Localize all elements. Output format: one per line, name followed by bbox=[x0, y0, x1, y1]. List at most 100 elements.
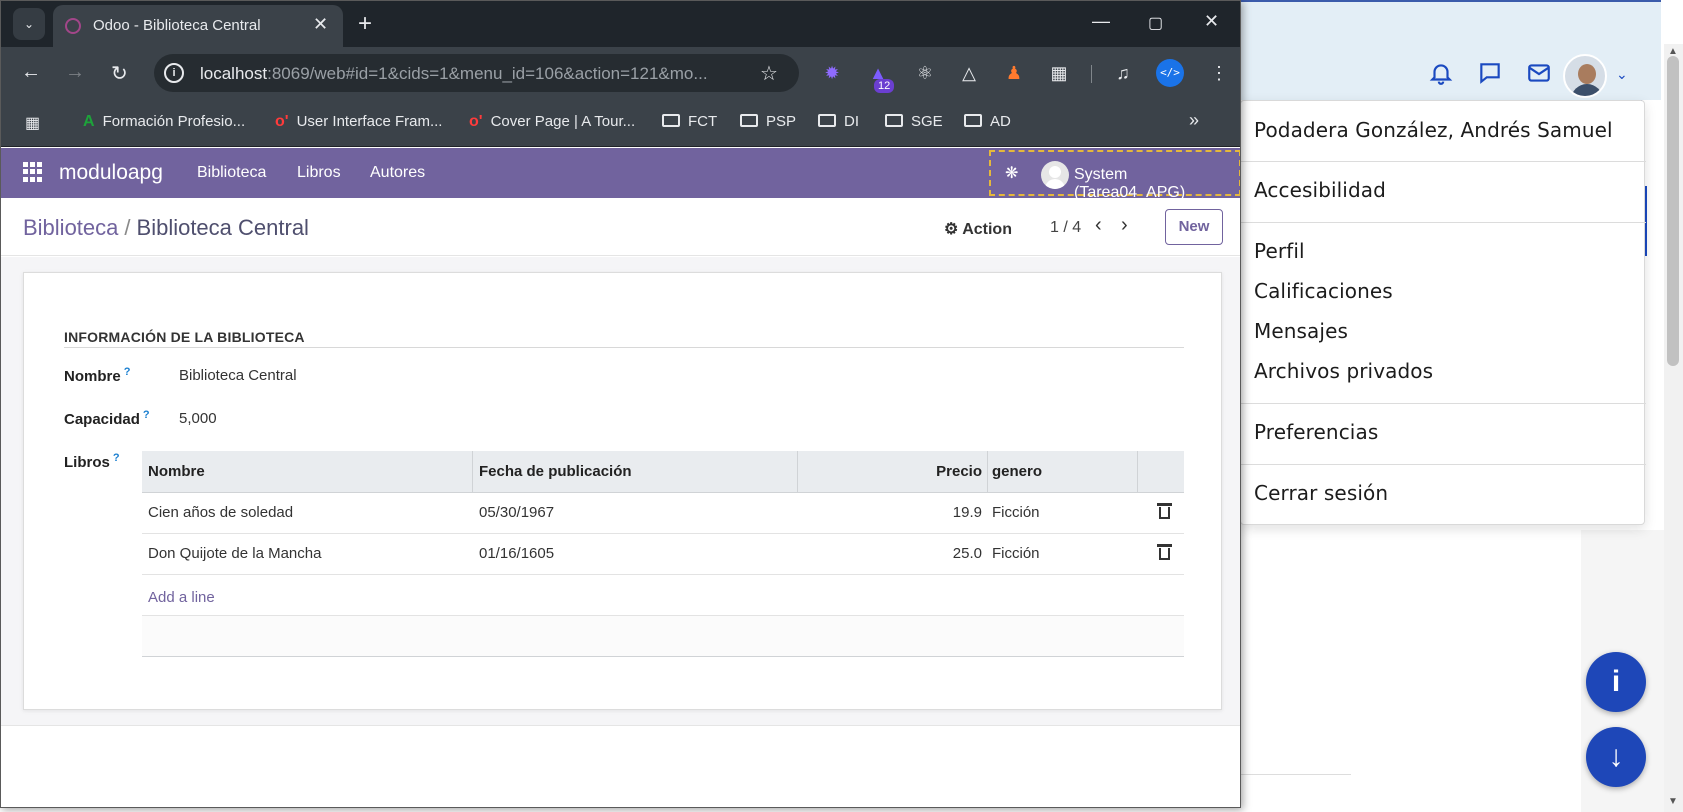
menu-item-mensajes[interactable]: Mensajes bbox=[1254, 319, 1348, 343]
bookmark-formacion[interactable]: A Formación Profesio... bbox=[83, 113, 245, 131]
mail-icon[interactable] bbox=[1526, 60, 1552, 86]
folder-icon bbox=[662, 114, 680, 127]
capacidad-field[interactable]: 5,000 bbox=[179, 410, 217, 427]
menu-item-perfil[interactable]: Perfil bbox=[1254, 239, 1305, 263]
angular-devtools-icon[interactable]: △ bbox=[956, 60, 982, 86]
browser-window: ⌄ Odoo - Biblioteca Central ✕ + — ▢ ✕ ← … bbox=[0, 0, 1241, 808]
address-bar[interactable]: i localhost:8069/web#id=1&cids=1&menu_id… bbox=[154, 54, 799, 92]
pager-previous-icon[interactable]: ‹ bbox=[1095, 214, 1102, 237]
scrollbar-thumb[interactable] bbox=[1667, 56, 1679, 366]
title-bar: ⌄ Odoo - Biblioteca Central ✕ + — ▢ ✕ bbox=[1, 1, 1240, 47]
dev-extension-icon[interactable]: </> bbox=[1156, 59, 1184, 87]
arrow-down-icon[interactable]: ↓ bbox=[1586, 727, 1646, 787]
cell-fecha: 05/30/1967 bbox=[479, 504, 555, 521]
nombre-field[interactable]: Biblioteca Central bbox=[179, 367, 297, 384]
bookmark-folder-fct[interactable]: FCT bbox=[662, 113, 717, 130]
help-tooltip-icon[interactable]: ? bbox=[143, 409, 150, 421]
apps-grid-icon[interactable]: ▦ bbox=[25, 113, 48, 133]
user-avatar[interactable] bbox=[1563, 54, 1607, 98]
app-brand[interactable]: moduloapg bbox=[59, 161, 163, 185]
odoo-favicon-icon bbox=[65, 18, 81, 34]
browser-toolbar: ← → ↻ i localhost:8069/web#id=1&cids=1&m… bbox=[1, 47, 1240, 99]
forward-icon[interactable]: → bbox=[65, 61, 85, 84]
pager-next-icon[interactable]: › bbox=[1121, 214, 1128, 237]
active-tab[interactable]: Odoo - Biblioteca Central ✕ bbox=[53, 5, 343, 47]
new-tab-icon[interactable]: + bbox=[358, 10, 372, 38]
bookmark-folder-psp[interactable]: PSP bbox=[740, 113, 796, 130]
site-info-icon[interactable]: i bbox=[164, 63, 184, 83]
back-icon[interactable]: ← bbox=[21, 61, 41, 84]
info-icon[interactable]: i bbox=[1586, 652, 1646, 712]
more-bookmarks-icon[interactable]: » bbox=[1189, 110, 1199, 131]
help-tooltip-icon[interactable]: ? bbox=[124, 366, 131, 378]
media-control-icon[interactable]: ♫ bbox=[1110, 60, 1136, 86]
control-panel: Biblioteca / Biblioteca Central ⚙ Action 1… bbox=[1, 198, 1240, 256]
menu-item-accesibilidad[interactable]: Accesibilidad bbox=[1254, 178, 1386, 202]
bookmark-folder-di[interactable]: DI bbox=[818, 113, 859, 130]
cell-genero: Ficción bbox=[992, 545, 1040, 562]
close-tab-icon[interactable]: ✕ bbox=[313, 14, 328, 35]
column-header-precio[interactable]: Precio bbox=[932, 463, 982, 480]
column-divider bbox=[472, 451, 473, 493]
extensions-puzzle-icon[interactable]: ▦ bbox=[1046, 60, 1072, 86]
system-user-menu[interactable]: ❋ System (Tarea04_APG) bbox=[989, 150, 1240, 201]
bookmark-star-icon[interactable]: ☆ bbox=[760, 61, 778, 86]
close-window-icon[interactable]: ✕ bbox=[1204, 11, 1219, 32]
table-row[interactable]: Cien años de soledad 05/30/1967 19.9 Fic… bbox=[142, 493, 1184, 534]
menu-item-archivos-privados[interactable]: Archivos privados bbox=[1254, 359, 1433, 383]
action-button[interactable]: ⚙ Action bbox=[944, 219, 1012, 239]
table-row[interactable]: Don Quijote de la Mancha 01/16/1605 25.0… bbox=[142, 534, 1184, 575]
react-devtools-icon[interactable]: ⚛ bbox=[912, 60, 938, 86]
add-line-link[interactable]: Add a line bbox=[148, 589, 215, 606]
pager-value[interactable]: 1 / 4 bbox=[1050, 219, 1081, 237]
user-full-name: Podadera González, Andrés Samuel bbox=[1254, 118, 1613, 142]
chevron-down-icon[interactable]: ⌄ bbox=[1616, 66, 1628, 83]
tab-search-button[interactable]: ⌄ bbox=[13, 8, 45, 40]
url-text[interactable]: localhost:8069/web#id=1&cids=1&menu_id=1… bbox=[200, 64, 708, 84]
new-record-button[interactable]: New bbox=[1165, 209, 1223, 245]
system-user-name: System (Tarea04_APG) bbox=[1074, 166, 1186, 201]
trash-icon[interactable] bbox=[1157, 544, 1172, 560]
bookmark-folder-ad[interactable]: AD bbox=[964, 113, 1011, 130]
gear-icon: ⚙ bbox=[944, 221, 963, 238]
bookmark-user-interface[interactable]: o' User Interface Fram... bbox=[275, 113, 442, 131]
bookmark-a-icon: A bbox=[83, 113, 95, 130]
browser-menu-icon[interactable]: ⋮ bbox=[1206, 60, 1232, 86]
breadcrumb-parent[interactable]: Biblioteca bbox=[23, 215, 118, 240]
minimize-icon[interactable]: — bbox=[1092, 11, 1110, 32]
cell-nombre: Cien años de soledad bbox=[148, 504, 294, 521]
menu-autores[interactable]: Autores bbox=[370, 164, 425, 182]
bookmark-o-icon: o' bbox=[275, 113, 289, 130]
table-footer bbox=[142, 615, 1184, 657]
background-divider bbox=[1241, 774, 1351, 775]
column-header-nombre[interactable]: Nombre bbox=[148, 463, 205, 480]
debug-bug-icon[interactable]: ❋ bbox=[1005, 163, 1018, 183]
menu-biblioteca[interactable]: Biblioteca bbox=[197, 164, 266, 182]
bookmark-cover-page[interactable]: o' Cover Page | A Tour... bbox=[469, 113, 635, 131]
menu-item-calificaciones[interactable]: Calificaciones bbox=[1254, 279, 1393, 303]
extension-gear-icon[interactable]: ✹ bbox=[819, 60, 845, 86]
libros-label: Libros? bbox=[64, 452, 120, 471]
help-tooltip-icon[interactable]: ? bbox=[113, 452, 120, 464]
cell-precio: 19.9 bbox=[952, 504, 982, 521]
chat-icon[interactable] bbox=[1477, 60, 1503, 86]
bookmark-o-icon: o' bbox=[469, 113, 483, 130]
reload-icon[interactable]: ↻ bbox=[111, 61, 128, 86]
page-scrollbar[interactable]: ▲ ▼ bbox=[1664, 44, 1683, 812]
column-header-genero[interactable]: genero bbox=[992, 463, 1042, 480]
menu-item-preferencias[interactable]: Preferencias bbox=[1254, 420, 1378, 444]
column-divider bbox=[797, 451, 798, 493]
menu-libros[interactable]: Libros bbox=[297, 164, 341, 182]
folder-icon bbox=[818, 114, 836, 127]
menu-item-cerrar-sesion[interactable]: Cerrar sesión bbox=[1254, 481, 1388, 505]
bell-icon[interactable] bbox=[1428, 60, 1454, 86]
trash-icon[interactable] bbox=[1157, 503, 1172, 519]
bookmark-folder-sge[interactable]: SGE bbox=[885, 113, 943, 130]
column-header-fecha[interactable]: Fecha de publicación bbox=[479, 463, 632, 480]
extension-chess-icon[interactable]: ♟ bbox=[1001, 60, 1027, 86]
maximize-icon[interactable]: ▢ bbox=[1148, 13, 1163, 33]
group-title: INFORMACIÓN DE LA BIBLIOTECA bbox=[64, 329, 305, 345]
scroll-down-icon[interactable]: ▼ bbox=[1668, 796, 1678, 807]
apps-menu-icon[interactable] bbox=[23, 162, 43, 182]
folder-icon bbox=[964, 114, 982, 127]
